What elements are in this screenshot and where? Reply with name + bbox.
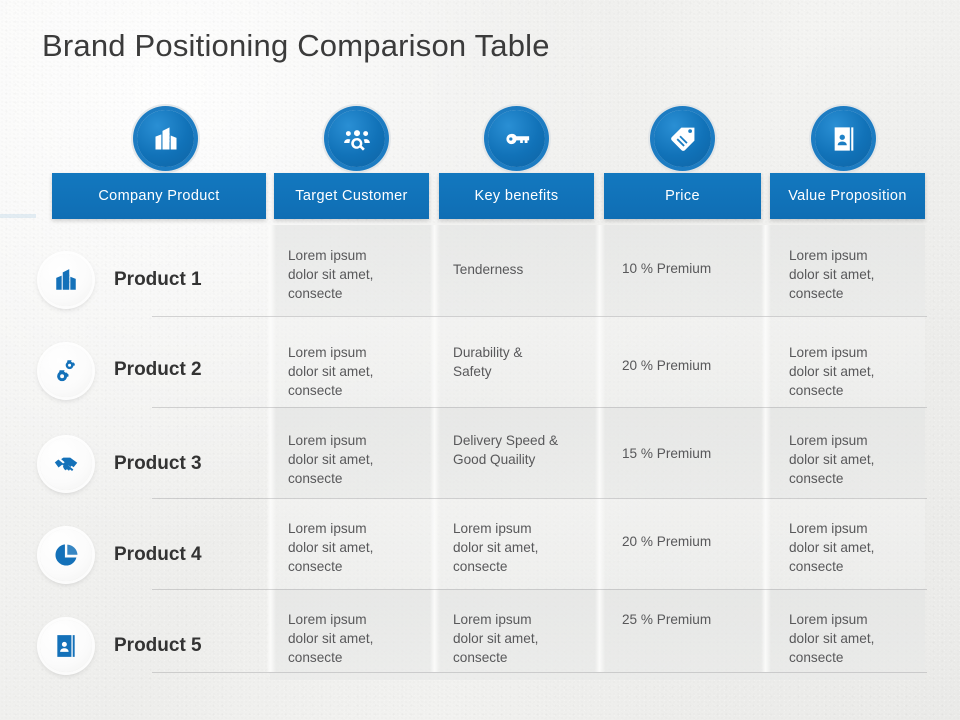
accent-strip [0, 214, 36, 218]
cell-price-1: 10 % Premium [622, 261, 712, 276]
buildings-icon [137, 110, 194, 167]
cell-price-2: 20 % Premium [622, 358, 712, 373]
column-header-company-product[interactable]: Company Product [52, 173, 266, 219]
column-header-label: Company Product [98, 187, 220, 204]
cell-key-benefits-2: Durability & Safety [453, 345, 523, 379]
cell-value-proposition-2: Lorem ipsum dolor sit amet, consecte [789, 345, 875, 398]
row-divider [152, 316, 927, 317]
cell-target-customer-3: Lorem ipsum dolor sit amet, consecte [288, 433, 374, 486]
cell-target-customer-4: Lorem ipsum dolor sit amet, consecte [288, 521, 374, 574]
column-gutter [266, 225, 276, 672]
product-label-3: Product 3 [114, 453, 202, 474]
target-customer-research-icon [328, 110, 385, 167]
column-gutter [430, 225, 440, 672]
cell-key-benefits-1: Tenderness [453, 262, 524, 277]
product-icon-5 [40, 620, 92, 672]
product-label-1: Product 1 [114, 269, 202, 290]
cell-key-benefits-5: Lorem ipsum dolor sit amet, consecte [453, 612, 539, 665]
product-label-5: Product 5 [114, 635, 202, 656]
column-header-price[interactable]: Price [604, 173, 761, 219]
key-icon [488, 110, 545, 167]
column-gutter [761, 225, 771, 672]
cell-target-customer-1: Lorem ipsum dolor sit amet, consecte [288, 248, 374, 301]
column-header-key-benefits[interactable]: Key benefits [439, 173, 594, 219]
page-title: Brand Positioning Comparison Table [42, 28, 550, 63]
column-header-label: Price [665, 187, 700, 204]
column-header-label: Value Proposition [788, 187, 907, 204]
column-header-label: Target Customer [295, 187, 408, 204]
price-tag-icon [654, 110, 711, 167]
cell-target-customer-2: Lorem ipsum dolor sit amet, consecte [288, 345, 374, 398]
cell-value-proposition-5: Lorem ipsum dolor sit amet, consecte [789, 612, 875, 665]
cell-target-customer-5: Lorem ipsum dolor sit amet, consecte [288, 612, 374, 665]
cell-key-benefits-3: Delivery Speed & Good Quaility [453, 433, 559, 467]
row-divider [152, 498, 927, 499]
product-label-2: Product 2 [114, 359, 202, 380]
column-header-target-customer[interactable]: Target Customer [274, 173, 429, 219]
row-divider [152, 589, 927, 590]
product-icon-1 [40, 254, 92, 306]
slide-canvas: Brand Positioning Comparison Table Compa… [0, 0, 960, 720]
product-icon-3 [40, 438, 92, 490]
column-header-value-proposition[interactable]: Value Proposition [770, 173, 925, 219]
product-icon-4 [40, 529, 92, 581]
row-divider [152, 407, 927, 408]
product-icon-2 [40, 345, 92, 397]
cell-price-3: 15 % Premium [622, 446, 712, 461]
cell-value-proposition-3: Lorem ipsum dolor sit amet, consecte [789, 433, 875, 486]
column-header-label: Key benefits [474, 187, 559, 204]
cell-value-proposition-4: Lorem ipsum dolor sit amet, consecte [789, 521, 875, 574]
cell-price-4: 20 % Premium [622, 534, 712, 549]
product-label-4: Product 4 [114, 544, 202, 565]
contact-card-icon [815, 110, 872, 167]
row-divider [152, 672, 927, 673]
cell-key-benefits-4: Lorem ipsum dolor sit amet, consecte [453, 521, 539, 574]
cell-price-5: 25 % Premium [622, 612, 712, 627]
cell-value-proposition-1: Lorem ipsum dolor sit amet, consecte [789, 248, 875, 301]
